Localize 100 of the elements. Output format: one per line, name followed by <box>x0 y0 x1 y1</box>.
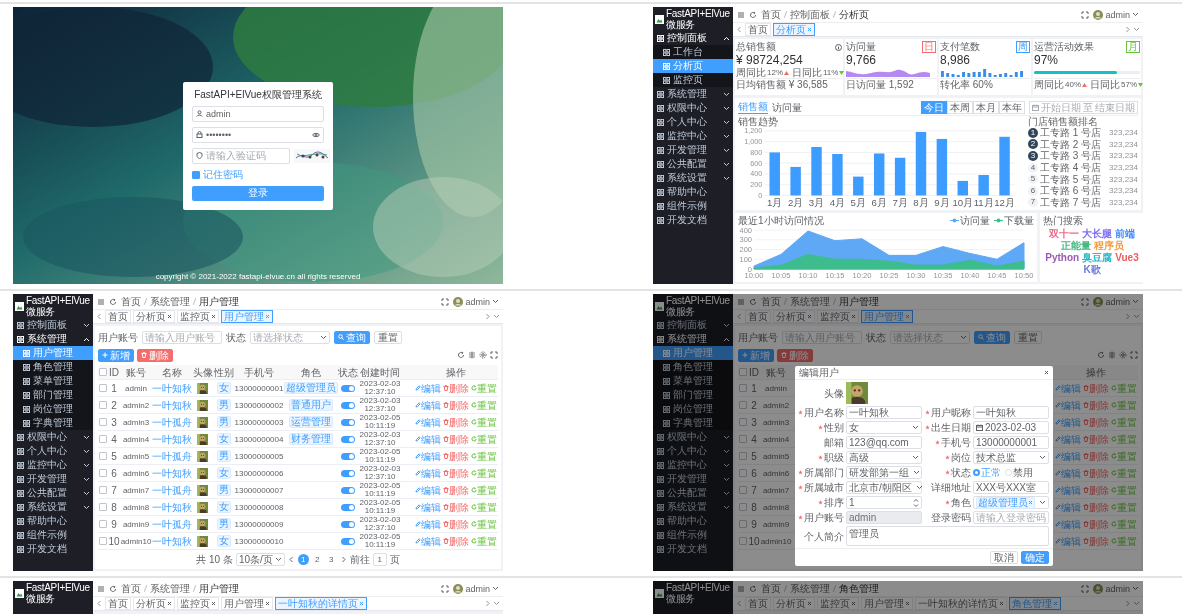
radio-option[interactable]: 正常 <box>973 467 1001 478</box>
search-field[interactable]: 请输入用户账号 <box>142 330 222 344</box>
checkbox[interactable] <box>739 435 747 443</box>
sidebar-item[interactable]: 个人中心 <box>13 444 93 458</box>
number-field[interactable]: 1 <box>846 496 922 509</box>
checkbox[interactable] <box>99 503 107 511</box>
status-switch[interactable] <box>341 537 355 545</box>
select-field[interactable]: 超级管理员 <box>973 496 1049 509</box>
status-switch[interactable] <box>341 486 355 494</box>
name-link[interactable]: 一叶知秋 <box>152 501 192 513</box>
checkbox[interactable] <box>99 537 107 545</box>
checkbox[interactable] <box>99 486 107 494</box>
sidebar-item[interactable]: 工作台 <box>653 45 733 59</box>
delete-link[interactable]: 删除 <box>1083 535 1109 547</box>
status-switch[interactable] <box>341 384 355 392</box>
page-tab[interactable]: 首页 <box>105 310 131 323</box>
sidebar-item[interactable]: 控制面板 <box>13 318 93 332</box>
search-keyword[interactable]: 双十一 <box>1049 228 1079 240</box>
sidebar-item[interactable]: 组件示例 <box>13 528 93 542</box>
user-menu[interactable]: admin <box>1093 583 1139 594</box>
select-field[interactable]: 技术总监 <box>973 451 1049 464</box>
sidebar-item[interactable]: 岗位管理 <box>653 402 733 416</box>
delete-link[interactable]: 删除 <box>443 535 469 547</box>
sidebar-item[interactable]: 部门管理 <box>13 388 93 402</box>
page-tab[interactable]: 首页 <box>745 597 771 610</box>
select-field[interactable]: 北京市/朝阳区 <box>846 481 922 494</box>
sidebar-item[interactable]: 帮助中心 <box>653 514 733 528</box>
range-button[interactable]: 本周 <box>947 101 973 114</box>
sidebar-item[interactable]: 开发文档 <box>653 542 733 556</box>
date-range-field[interactable]: 开始日期 至 结束日期 <box>1029 101 1138 114</box>
delete-link[interactable]: 删除 <box>443 518 469 530</box>
delete-link[interactable]: 删除 <box>443 501 469 513</box>
page-tab[interactable]: 角色管理 <box>1009 597 1061 610</box>
reset-link[interactable]: 重置 <box>1111 535 1137 547</box>
breadcrumb-item[interactable]: 首页 <box>121 582 141 595</box>
sidebar-item[interactable]: 用户管理 <box>13 346 93 360</box>
sidebar-item[interactable]: 个人中心 <box>653 444 733 458</box>
delete-link[interactable]: 删除 <box>443 399 469 411</box>
sidebar-item[interactable]: 菜单管理 <box>13 374 93 388</box>
delete-link[interactable]: 删除 <box>1083 399 1109 411</box>
reset-link[interactable]: 重置 <box>1111 399 1137 411</box>
range-button[interactable]: 本月 <box>973 101 999 114</box>
breadcrumb-item[interactable]: 系统管理 <box>790 295 830 308</box>
delete-link[interactable]: 删除 <box>443 450 469 462</box>
edit-link[interactable]: 编辑 <box>415 399 441 411</box>
delete-button[interactable]: 删除 <box>137 348 173 362</box>
reset-link[interactable]: 重置 <box>1111 433 1137 445</box>
reset-link[interactable]: 重置 <box>1111 518 1137 530</box>
reset-link[interactable]: 重置 <box>471 467 497 479</box>
reset-link[interactable]: 重置 <box>1111 467 1137 479</box>
sidebar-item[interactable]: 控制面板 <box>653 318 733 332</box>
sidebar-item[interactable]: 权限中心 <box>653 430 733 444</box>
delete-link[interactable]: 删除 <box>443 382 469 394</box>
user-menu[interactable]: admin <box>453 583 499 594</box>
page-tab[interactable]: 分析页 <box>133 310 175 323</box>
sidebar-item[interactable]: 系统管理 <box>13 332 93 346</box>
page-tab[interactable]: 分析页 <box>133 597 175 610</box>
page-size-select[interactable]: 10条/页 <box>235 552 285 566</box>
delete-button[interactable]: 删除 <box>777 348 813 362</box>
name-link[interactable]: 一叶孤舟 <box>152 484 192 496</box>
reset-link[interactable]: 重置 <box>471 399 497 411</box>
select-field[interactable]: 女 <box>846 421 922 434</box>
sidebar-item[interactable]: 角色管理 <box>13 360 93 374</box>
chart-tab[interactable]: 销售额 <box>738 101 768 114</box>
name-link[interactable]: 一叶知秋 <box>152 399 192 411</box>
checkbox[interactable] <box>739 384 747 392</box>
delete-link[interactable]: 删除 <box>1083 450 1109 462</box>
sidebar-item[interactable]: 开发文档 <box>653 213 733 227</box>
sidebar-item[interactable]: 帮助中心 <box>653 185 733 199</box>
edit-link[interactable]: 编辑 <box>415 416 441 428</box>
page-tab[interactable]: 一叶知秋的详情页 <box>275 597 367 610</box>
sidebar-item[interactable]: 系统设置 <box>653 171 733 185</box>
search-keyword[interactable]: K歌 <box>1083 264 1101 276</box>
sidebar-item[interactable]: 系统管理 <box>653 332 733 346</box>
delete-link[interactable]: 删除 <box>443 467 469 479</box>
sidebar-item[interactable]: 系统设置 <box>653 500 733 514</box>
delete-link[interactable]: 删除 <box>1083 416 1109 428</box>
checkbox[interactable] <box>99 368 107 376</box>
sidebar-item[interactable]: 用户管理 <box>653 346 733 360</box>
sidebar-item[interactable]: 监控页 <box>653 73 733 87</box>
status-switch[interactable] <box>341 469 355 477</box>
page-tab[interactable]: 分析页 <box>773 310 815 323</box>
text-field[interactable]: 一叶知秋 <box>846 406 922 419</box>
sidebar-item[interactable]: 公共配置 <box>13 486 93 500</box>
breadcrumb-item[interactable]: 系统管理 <box>790 582 830 595</box>
search-keyword[interactable]: Python <box>1045 252 1080 264</box>
sidebar-item[interactable]: 部门管理 <box>653 388 733 402</box>
edit-link[interactable]: 编辑 <box>415 501 441 513</box>
status-switch[interactable] <box>341 520 355 528</box>
checkbox[interactable] <box>739 486 747 494</box>
checkbox[interactable] <box>739 401 747 409</box>
sidebar-item[interactable]: 公共配置 <box>653 157 733 171</box>
edit-link[interactable]: 编辑 <box>415 382 441 394</box>
checkbox[interactable] <box>739 503 747 511</box>
edit-link[interactable]: 编辑 <box>415 467 441 479</box>
breadcrumb-item[interactable]: 用户管理 <box>199 295 239 308</box>
text-field[interactable]: 123@qq.com <box>846 436 922 449</box>
breadcrumb-item[interactable]: 首页 <box>121 295 141 308</box>
page-button[interactable]: 1 <box>297 553 309 565</box>
reset-link[interactable]: 重置 <box>1111 501 1137 513</box>
